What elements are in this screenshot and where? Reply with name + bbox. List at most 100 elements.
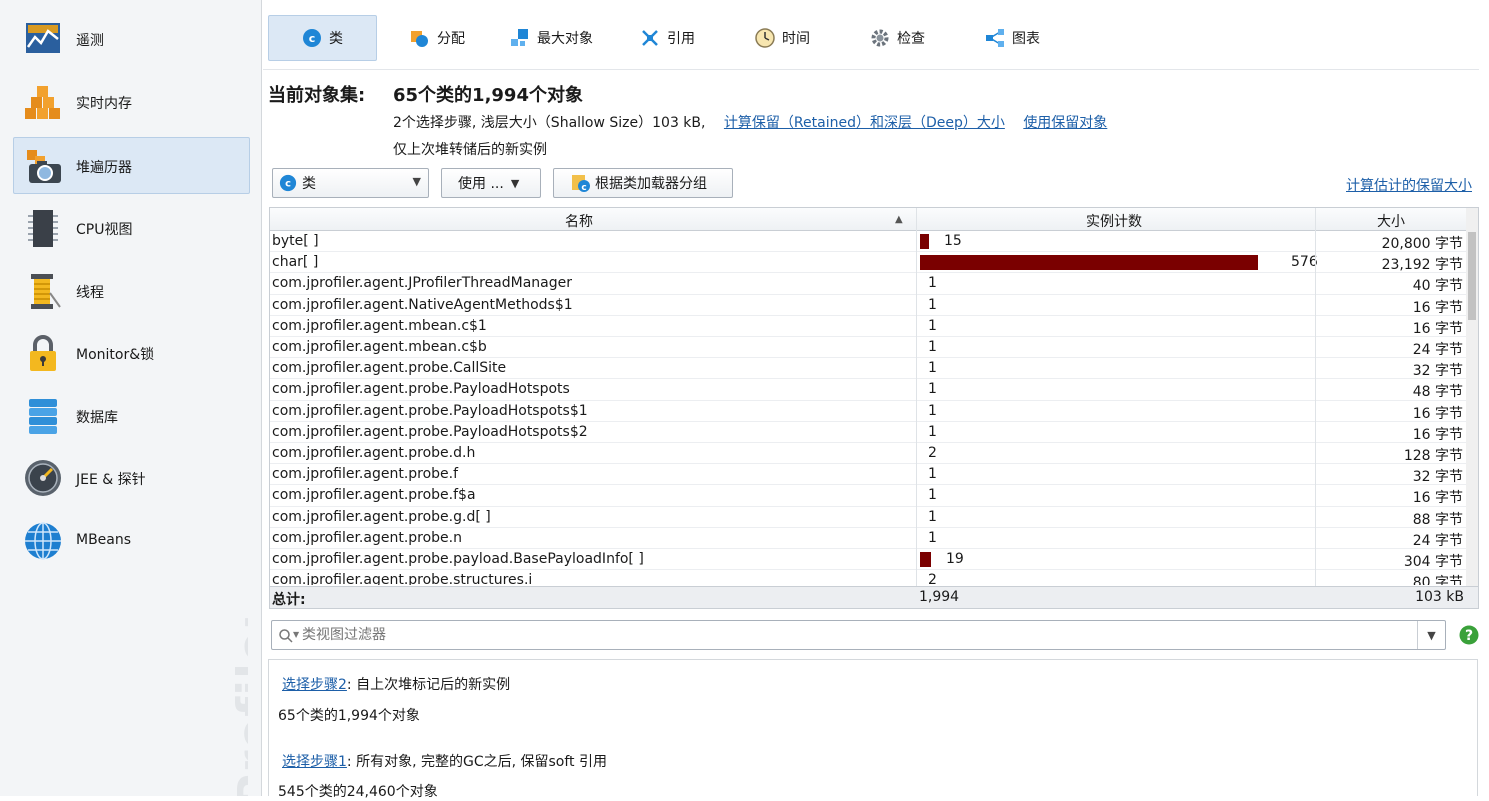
table-row[interactable]: com.jprofiler.agent.probe.g.d[ ] 1 88 字节 (270, 507, 1466, 528)
table-row[interactable]: com.jprofiler.agent.probe.n 1 24 字节 (270, 528, 1466, 549)
classes-table: 名称 ▲ 实例计数 大小 byte[ ] 15 20,800 字节 char[ ] 57… (269, 207, 1479, 609)
sidebar-item-threads[interactable]: 线程 (13, 262, 250, 319)
sidebar-item-mbeans[interactable]: MBeans (13, 512, 250, 569)
table-row[interactable]: com.jprofiler.agent.probe.f$a 1 16 字节 (270, 485, 1466, 506)
class-filter-input[interactable] (302, 625, 1402, 645)
size-cell: 16 字节 (1412, 426, 1463, 443)
sidebar-item-label: 实时内存 (76, 96, 132, 112)
table-row[interactable]: com.jprofiler.agent.probe.structures.i 2 8… (270, 570, 1466, 585)
gauge-icon (25, 460, 61, 496)
sidebar-item-label: JEE & 探针 (76, 472, 146, 488)
column-header-size[interactable]: 大小 (1377, 211, 1405, 231)
class-name-cell: char[ ] (272, 254, 319, 271)
column-header-count[interactable]: 实例计数 (1086, 211, 1142, 231)
selection-step-2-link[interactable]: 选择步骤2 (282, 677, 347, 693)
sidebar-item-database[interactable]: 数据库 (13, 387, 250, 444)
table-row[interactable]: char[ ] 576 23,192 字节 (270, 252, 1466, 273)
table-row[interactable]: com.jprofiler.agent.probe.PayloadHotspot… (270, 422, 1466, 443)
count-value: 576 (1291, 254, 1318, 271)
count-value: 1 (928, 402, 937, 419)
scrollbar-track[interactable] (1466, 208, 1478, 586)
size-cell: 32 字节 (1412, 363, 1463, 380)
table-body: byte[ ] 15 20,800 字节 char[ ] 576 23,192 字节 com… (270, 231, 1466, 585)
size-cell: 16 字节 (1412, 490, 1463, 507)
steps-summary: 2个选择步骤, 浅层大小（Shallow Size）103 kB, (393, 115, 706, 131)
count-value: 1 (928, 508, 937, 525)
tab-time[interactable]: 时间 (755, 15, 810, 61)
group-by-classloader-button[interactable]: c 根据类加载器分组 (553, 168, 733, 198)
sidebar-item-cpu[interactable]: CPU视图 (13, 199, 250, 256)
scrollbar-thumb[interactable] (1468, 232, 1476, 320)
column-header-name[interactable]: 名称 (565, 211, 593, 231)
use-menu-label: 使用 ... (458, 176, 504, 192)
filter-dropdown-button[interactable]: ▼ (1417, 621, 1445, 649)
table-row[interactable]: com.jprofiler.agent.mbean.c$b 1 24 字节 (270, 337, 1466, 358)
class-name-cell: com.jprofiler.agent.probe.CallSite (272, 360, 507, 377)
classloader-icon: c (572, 175, 590, 193)
table-row[interactable]: com.jprofiler.agent.probe.payload.BasePa… (270, 549, 1466, 570)
selection-step-2-text: : 自上次堆标记后的新实例 (346, 677, 511, 693)
column-divider (916, 208, 917, 608)
sidebar-item-jee-probes[interactable]: JEE & 探针 (13, 449, 250, 506)
size-cell: 32 字节 (1412, 469, 1463, 486)
table-row[interactable]: com.jprofiler.agent.probe.CallSite 1 32 字节 (270, 358, 1466, 379)
class-name-cell: com.jprofiler.agent.probe.PayloadHotspot… (272, 423, 588, 440)
calculate-retained-link[interactable]: 计算保留（Retained）和深层（Deep）大小 (724, 115, 1005, 131)
count-value: 1 (928, 317, 937, 334)
table-row[interactable]: com.jprofiler.agent.mbean.c$1 1 16 字节 (270, 316, 1466, 337)
help-icon[interactable]: ? (1459, 625, 1479, 645)
use-menu-button[interactable]: 使用 ... ▼ (441, 168, 541, 198)
count-value: 1 (928, 360, 937, 377)
count-value: 19 (946, 551, 964, 567)
table-row[interactable]: com.jprofiler.agent.probe.f 1 32 字节 (270, 464, 1466, 485)
tab-references[interactable]: 引用 (640, 15, 695, 61)
selection-step-1-summary: 545个类的24,460个对象 (278, 784, 438, 800)
table-row[interactable]: com.jprofiler.agent.NativeAgentMethods$1… (270, 295, 1466, 316)
instance-count-cell: 1 (917, 528, 1315, 549)
references-icon (642, 30, 658, 46)
table-row[interactable]: com.jprofiler.agent.probe.d.h 2 128 字节 (270, 443, 1466, 464)
tab-classes[interactable]: c 类 (268, 15, 377, 61)
tab-inspections[interactable]: 检查 (870, 15, 925, 61)
globe-icon (25, 522, 61, 560)
size-cell: 40 字节 (1412, 278, 1463, 295)
sidebar-item-heap-walker[interactable]: 堆遍历器 (13, 137, 250, 194)
column-divider (1315, 208, 1316, 608)
sidebar-item-telemetry[interactable]: 遥测 (13, 10, 250, 67)
tab-graph[interactable]: 图表 (985, 15, 1040, 61)
size-cell: 24 字节 (1412, 342, 1463, 358)
chevron-down-icon: ▼ (412, 175, 421, 188)
selection-step-1-link[interactable]: 选择步骤1 (282, 754, 347, 770)
instance-count-cell: 1 (917, 379, 1315, 400)
table-row[interactable]: byte[ ] 15 20,800 字节 (270, 231, 1466, 252)
count-value: 1 (928, 487, 937, 504)
tab-allocations[interactable]: 分配 (410, 15, 465, 61)
instance-count-cell: 2 (917, 443, 1315, 464)
count-value: 15 (944, 233, 962, 249)
chevron-down-icon: ▼ (1427, 628, 1436, 642)
selection-steps-line: 2个选择步骤, 浅层大小（Shallow Size）103 kB, 计算保留（R… (393, 112, 1107, 132)
estimate-retained-link[interactable]: 计算估计的保留大小 (1346, 175, 1472, 195)
instance-count-cell: 19 (917, 549, 1315, 570)
table-row[interactable]: com.jprofiler.agent.probe.PayloadHotspot… (270, 401, 1466, 422)
class-filter-box[interactable]: ▼ ▼ (271, 620, 1446, 650)
count-value: 1 (928, 275, 937, 292)
group-by-select[interactable]: c 类 ▼ (272, 168, 429, 198)
table-row[interactable]: com.jprofiler.agent.probe.PayloadHotspot… (270, 379, 1466, 400)
class-name-cell: com.jprofiler.agent.probe.PayloadHotspot… (272, 402, 588, 419)
tab-biggest-objects[interactable]: 最大对象 (510, 15, 593, 61)
total-count: 1,994 (919, 589, 960, 605)
selection-step-2-summary: 65个类的1,994个对象 (278, 708, 420, 724)
selection-step-1-text: : 所有对象, 完整的GC之后, 保留soft 引用 (346, 754, 607, 770)
telemetry-icon (26, 23, 60, 53)
class-name-cell: com.jprofiler.agent.probe.d.h (272, 445, 476, 461)
use-retained-objects-link[interactable]: 使用保留对象 (1023, 115, 1107, 131)
count-value: 1 (928, 529, 937, 546)
class-icon: c (303, 29, 321, 47)
class-name-cell: com.jprofiler.agent.NativeAgentMethods$1 (272, 296, 573, 313)
instance-count-cell: 1 (917, 401, 1315, 422)
table-row[interactable]: com.jprofiler.agent.JProfilerThreadManag… (270, 273, 1466, 294)
tab-label: 时间 (782, 31, 810, 47)
sidebar-item-monitors[interactable]: Monitor&锁 (13, 324, 250, 381)
sidebar-item-live-memory[interactable]: 实时内存 (13, 73, 250, 130)
